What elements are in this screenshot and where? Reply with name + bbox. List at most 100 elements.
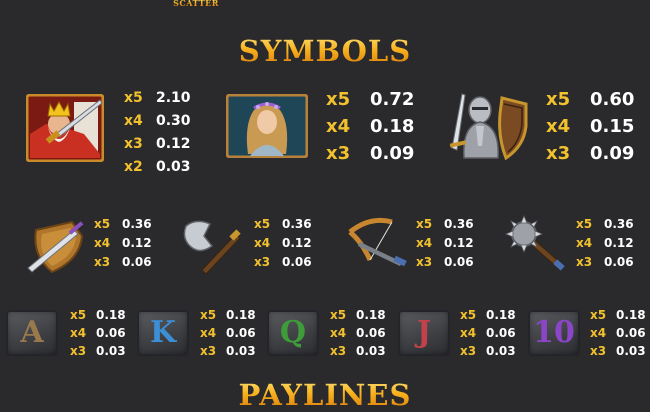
multiplier: x5	[590, 308, 607, 322]
multiplier: x4	[590, 326, 607, 340]
multiplier: x5	[254, 217, 271, 231]
payout-value: 0.03	[486, 344, 516, 358]
letter-k-icon: K	[137, 310, 189, 356]
multiplier: x5	[576, 217, 593, 231]
multiplier: x4	[326, 116, 351, 137]
multiplier: x5	[546, 89, 571, 110]
letter-a-icon: A	[6, 310, 58, 356]
multiplier: x3	[124, 136, 143, 152]
multiplier: x3	[94, 255, 111, 269]
multiplier: x3	[326, 143, 351, 164]
payout-value: 0.60	[590, 89, 635, 110]
payout-value: 0.06	[122, 255, 152, 269]
multiplier: x5	[70, 308, 87, 322]
multiplier: x4	[546, 116, 571, 137]
payout-value: 0.06	[96, 326, 126, 340]
queen-symbol-icon	[226, 94, 308, 158]
payout-value: 0.03	[226, 344, 256, 358]
multiplier: x4	[70, 326, 87, 340]
queen-paytable: x5 0.72 x4 0.18 x3 0.09	[326, 90, 422, 164]
letter-10-icon: 10	[528, 310, 580, 356]
payout-value: 0.18	[616, 308, 646, 322]
letter-q-paytable: x5 0.18 x4 0.06 x3 0.03	[330, 307, 390, 359]
payout-value: 0.06	[226, 326, 256, 340]
multiplier: x4	[94, 236, 111, 250]
shield-sword-paytable: x5 0.36 x4 0.12 x3 0.06	[94, 216, 158, 270]
multiplier: x4	[576, 236, 593, 250]
letter-j-paytable: x5 0.18 x4 0.06 x3 0.03	[460, 307, 520, 359]
mace-icon	[504, 214, 570, 274]
payout-value: 0.72	[370, 89, 415, 110]
multiplier: x5	[94, 217, 111, 231]
multiplier: x4	[460, 326, 477, 340]
payout-value: 0.18	[370, 116, 415, 137]
payout-value: 0.12	[122, 236, 152, 250]
payout-value: 0.36	[444, 217, 474, 231]
letter-j-icon: J	[398, 310, 450, 356]
letter-q-icon: Q	[267, 310, 319, 356]
payout-value: 0.12	[444, 236, 474, 250]
payout-value: 0.03	[356, 344, 386, 358]
symbols-title: SYMBOLS	[0, 34, 650, 68]
payout-value: 0.06	[444, 255, 474, 269]
payout-value: 0.18	[226, 308, 256, 322]
payout-value: 0.15	[590, 116, 635, 137]
payout-value: 0.03	[616, 344, 646, 358]
crossbow-icon	[340, 212, 410, 274]
multiplier: x3	[330, 344, 347, 358]
multiplier: x3	[200, 344, 217, 358]
multiplier: x4	[330, 326, 347, 340]
knight-paytable: x5 0.60 x4 0.15 x3 0.09	[546, 90, 642, 164]
multiplier: x4	[416, 236, 433, 250]
letter-k-paytable: x5 0.18 x4 0.06 x3 0.03	[200, 307, 260, 359]
multiplier: x3	[254, 255, 271, 269]
payout-value: 0.12	[282, 236, 312, 250]
payout-value: 0.12	[156, 136, 191, 152]
multiplier: x4	[200, 326, 217, 340]
multiplier: x4	[254, 236, 271, 250]
multiplier: x5	[460, 308, 477, 322]
multiplier: x5	[326, 89, 351, 110]
shield-sword-icon	[22, 216, 88, 274]
payout-value: 0.36	[282, 217, 312, 231]
multiplier: x3	[590, 344, 607, 358]
multiplier: x3	[416, 255, 433, 269]
scatter-label: SCATTER	[166, 0, 226, 8]
multiplier: x4	[124, 113, 143, 129]
knight-symbol-icon	[446, 90, 532, 160]
payout-value: 0.18	[356, 308, 386, 322]
payout-value: 0.09	[590, 143, 635, 164]
letter-a-paytable: x5 0.18 x4 0.06 x3 0.03	[70, 307, 130, 359]
king-symbol-icon	[26, 94, 104, 162]
multiplier: x2	[124, 159, 143, 175]
payout-value: 0.06	[356, 326, 386, 340]
payout-value: 2.10	[156, 90, 191, 106]
payout-value: 0.03	[96, 344, 126, 358]
payout-value: 0.06	[616, 326, 646, 340]
mace-paytable: x5 0.36 x4 0.12 x3 0.06	[576, 216, 640, 270]
payout-value: 0.30	[156, 113, 191, 129]
payout-value: 0.12	[604, 236, 634, 250]
multiplier: x5	[200, 308, 217, 322]
payout-value: 0.36	[604, 217, 634, 231]
payout-value: 0.06	[604, 255, 634, 269]
multiplier: x3	[460, 344, 477, 358]
axe-icon	[182, 216, 248, 274]
payout-value: 0.09	[370, 143, 415, 164]
paylines-title: PAYLINES	[0, 378, 650, 412]
payout-value: 0.36	[122, 217, 152, 231]
payout-value: 0.06	[282, 255, 312, 269]
payout-value: 0.06	[486, 326, 516, 340]
multiplier: x3	[576, 255, 593, 269]
multiplier: x5	[416, 217, 433, 231]
payout-value: 0.03	[156, 159, 191, 175]
multiplier: x3	[546, 143, 571, 164]
king-paytable: x5 2.10 x4 0.30 x3 0.12 x2 0.03	[124, 88, 196, 177]
payout-value: 0.18	[486, 308, 516, 322]
payout-value: 0.18	[96, 308, 126, 322]
letter-10-paytable: x5 0.18 x4 0.06 x3 0.03	[590, 307, 650, 359]
multiplier: x3	[70, 344, 87, 358]
axe-paytable: x5 0.36 x4 0.12 x3 0.06	[254, 216, 318, 270]
multiplier: x5	[124, 90, 143, 106]
crossbow-paytable: x5 0.36 x4 0.12 x3 0.06	[416, 216, 480, 270]
